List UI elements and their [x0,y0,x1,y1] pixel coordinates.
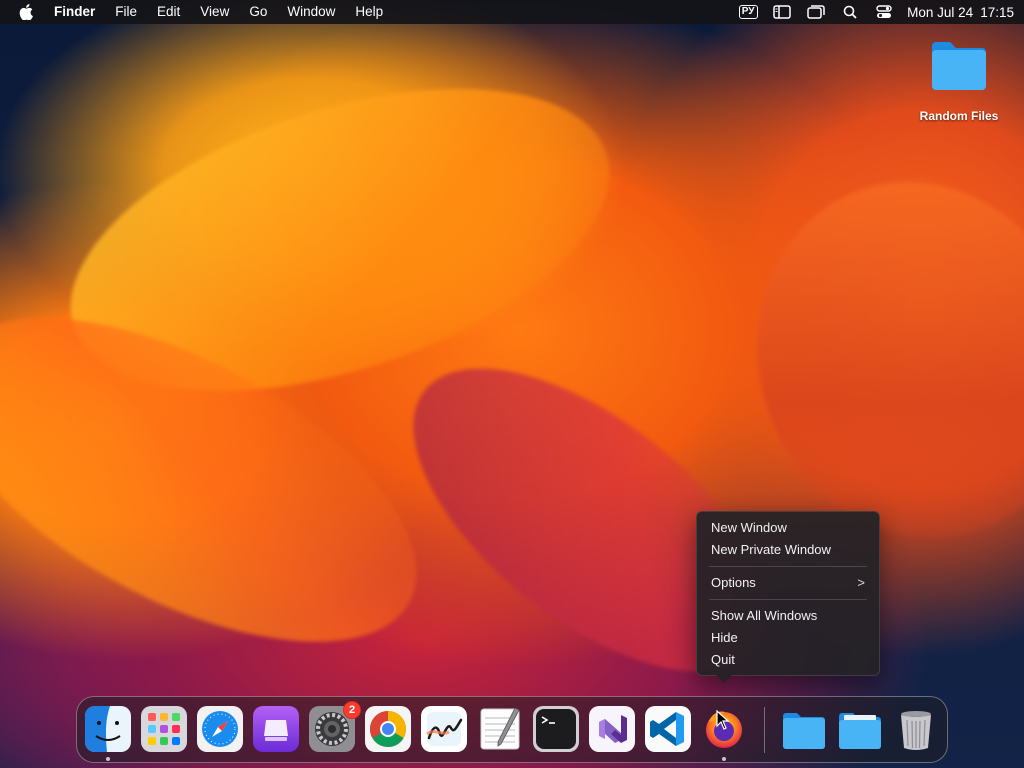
clock-date: Mon Jul 24 [907,4,974,20]
apple-menu-icon[interactable] [0,4,52,20]
context-menu-pointer [716,675,732,683]
menu-item-new-private-window[interactable]: New Private Window [697,539,879,561]
finder-icon[interactable] [85,706,131,752]
menu-separator [709,566,867,567]
spotlight-search-icon[interactable] [833,0,867,24]
menu-go[interactable]: Go [239,0,277,24]
clock-time: 17:15 [980,4,1014,20]
terminal-icon[interactable] [533,706,579,752]
menu-app-name[interactable]: Finder [52,0,105,24]
running-indicator [722,757,726,761]
podcast-app-icon[interactable] [253,706,299,752]
dock-separator [764,707,765,753]
textedit-icon[interactable] [477,706,523,752]
mission-control-icon[interactable] [799,0,833,24]
trash-icon[interactable] [893,706,939,752]
safari-icon[interactable] [197,706,243,752]
desktop-folder-label: Random Files [919,109,999,123]
input-source-label: РУ [738,5,758,19]
folder-icon [932,42,986,90]
menu-item-options[interactable]: Options > [697,572,879,594]
menu-item-show-all-windows[interactable]: Show All Windows [697,605,879,627]
menu-clock[interactable]: Mon Jul 24 17:15 [901,5,1024,20]
menu-item-quit[interactable]: Quit [697,649,879,671]
menu-view[interactable]: View [190,0,239,24]
input-source-icon[interactable]: РУ [731,0,765,24]
freeform-icon[interactable] [421,706,467,752]
menu-help[interactable]: Help [345,0,393,24]
control-center-icon[interactable] [867,0,901,24]
menu-item-options-label: Options [711,575,756,590]
visual-studio-icon[interactable] [589,706,635,752]
running-indicator [106,757,110,761]
sidebar-toggle-icon[interactable] [765,0,799,24]
desktop-folder[interactable]: Random Files [914,38,1004,123]
menu-item-hide[interactable]: Hide [697,627,879,649]
folder-icon[interactable] [781,706,827,752]
menu-window[interactable]: Window [277,0,345,24]
notification-badge: 2 [343,701,361,719]
launchpad-icon[interactable] [141,706,187,752]
menu-file[interactable]: File [105,0,147,24]
dock: 2 [76,696,948,763]
dock-context-menu: New Window New Private Window Options > … [696,511,880,676]
chrome-icon[interactable] [365,706,411,752]
mouse-cursor-icon [716,710,730,730]
menu-separator [709,599,867,600]
menu-item-new-window[interactable]: New Window [697,517,879,539]
folder-icon[interactable] [837,706,883,752]
vscode-icon[interactable] [645,706,691,752]
menu-bar: Finder File Edit View Go Window Help РУ … [0,0,1024,24]
system-settings-icon[interactable]: 2 [309,701,361,752]
menu-edit[interactable]: Edit [147,0,190,24]
chevron-right-icon: > [857,575,865,590]
